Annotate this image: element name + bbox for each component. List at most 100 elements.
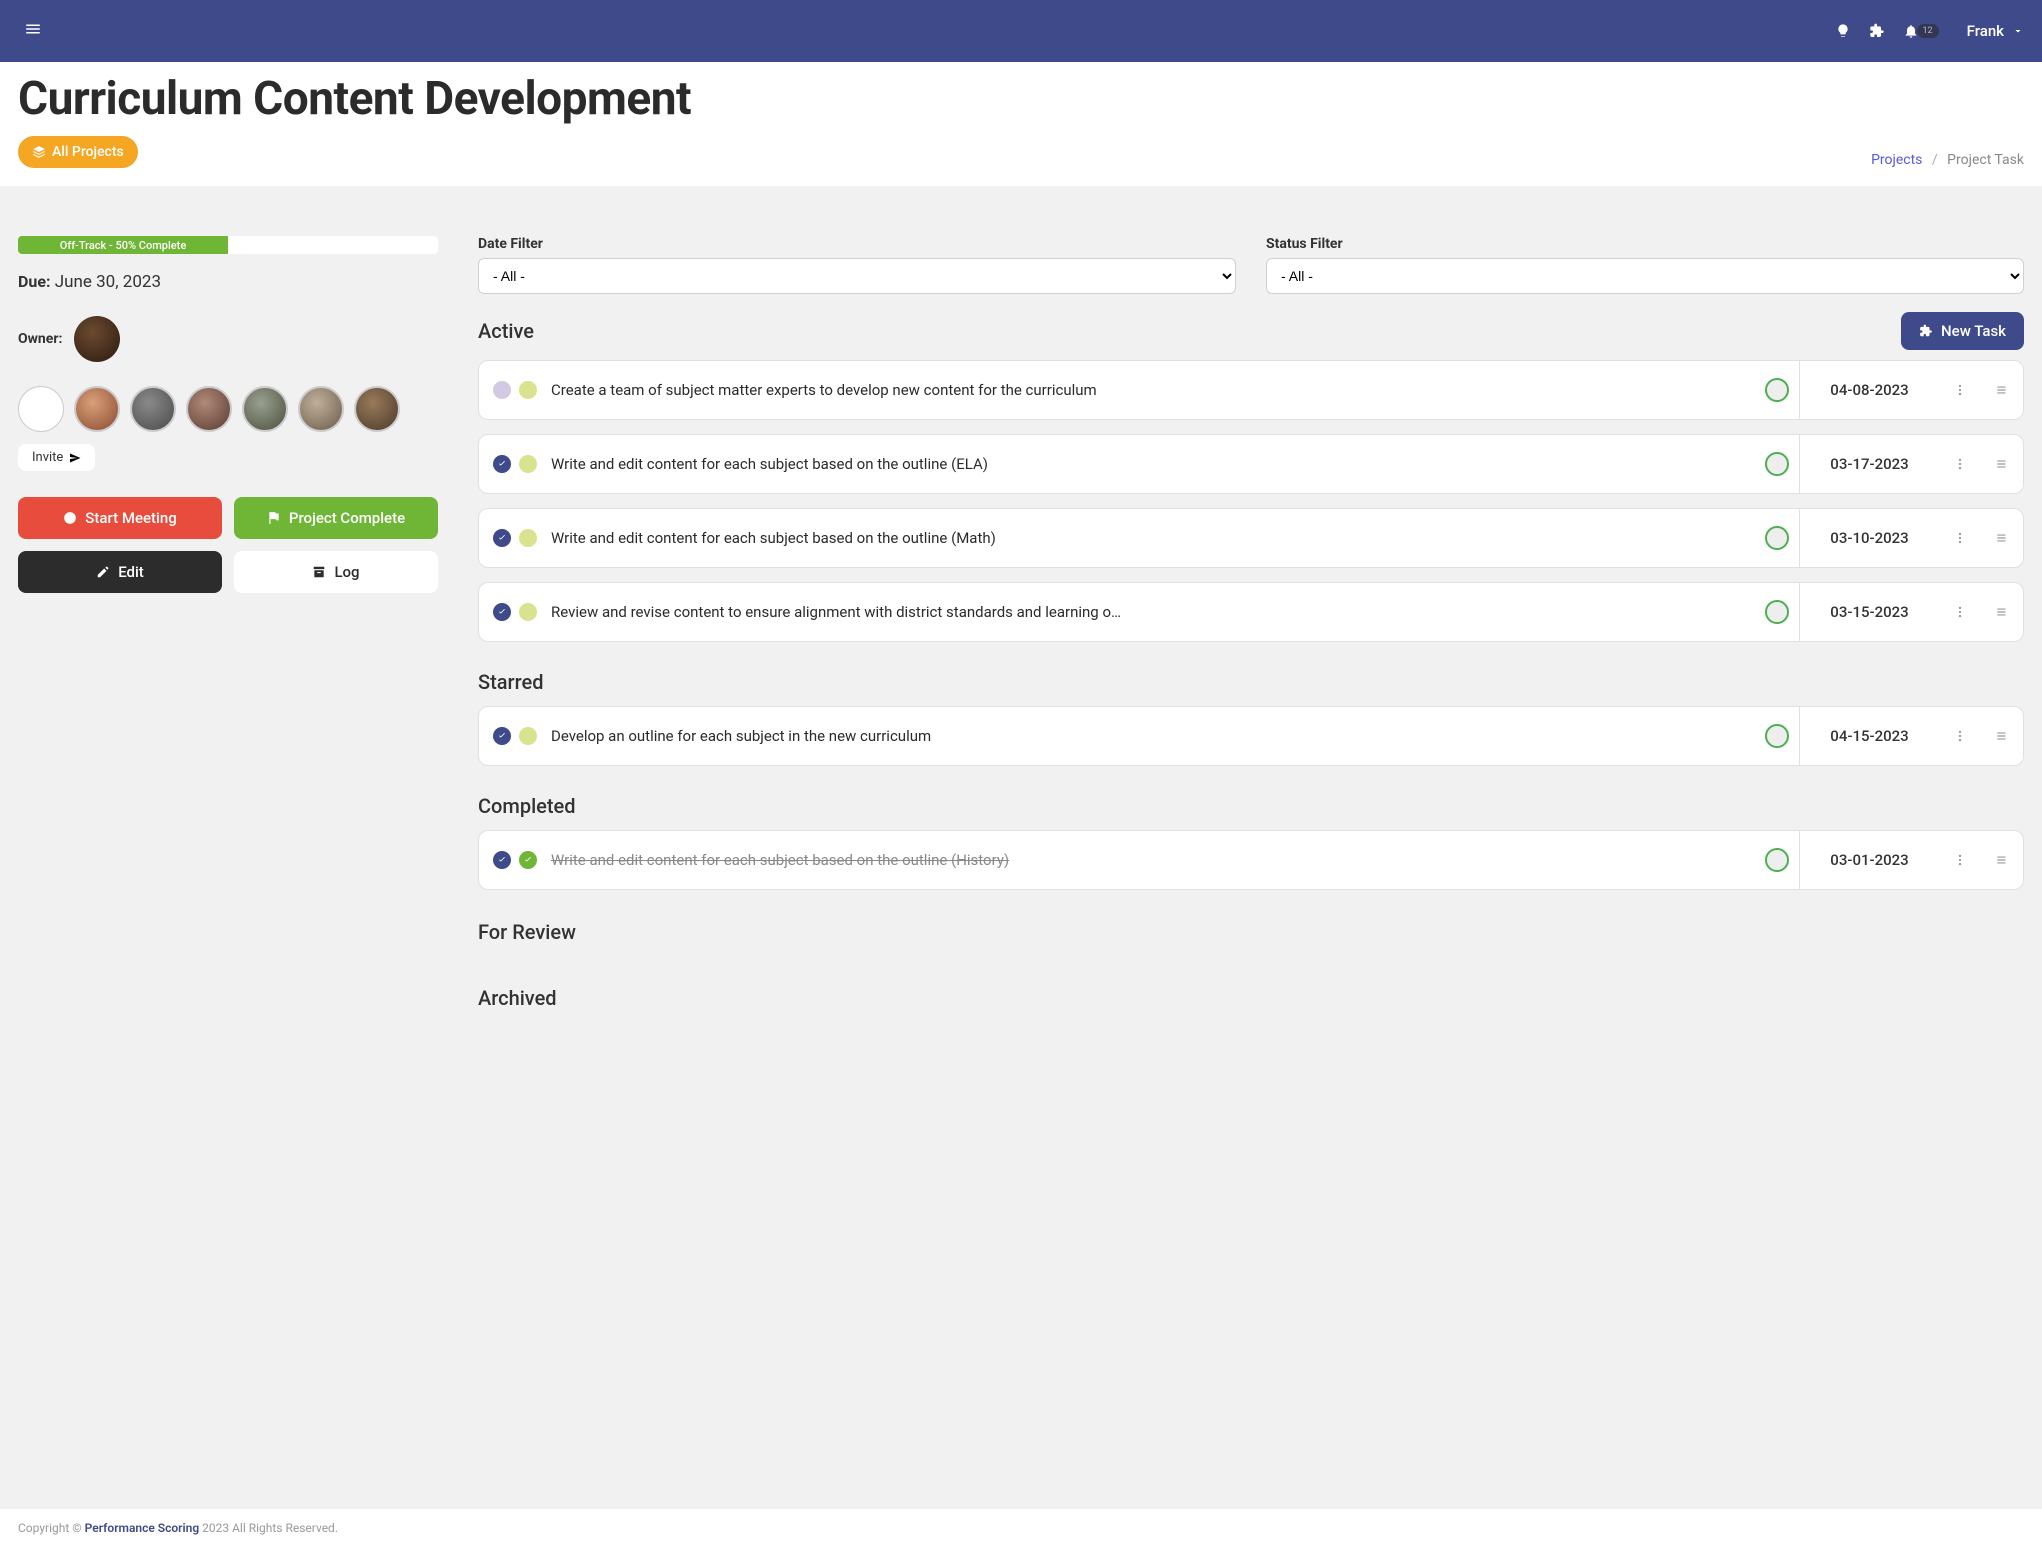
owner-avatar[interactable] [74,316,120,362]
task-more-menu[interactable] [1939,435,1981,493]
page-title: Curriculum Content Development [18,72,1871,126]
task-more-menu[interactable] [1939,707,1981,765]
task-assignee-avatar[interactable] [1755,600,1799,624]
task-date: 03-15-2023 [1799,583,1939,641]
topbar: 12 Frank [0,0,2042,62]
status-started-icon[interactable] [493,455,511,473]
progress-label: Off-Track - 50% Complete [60,239,187,252]
pencil-icon [96,565,110,579]
task-more-menu[interactable] [1939,831,1981,889]
task-subtasks-icon[interactable] [1981,831,2023,889]
section-active-heading: Active [478,319,534,343]
task-more-menu[interactable] [1939,509,1981,567]
task-title: Write and edit content for each subject … [551,455,1755,473]
task-subtasks-icon[interactable] [1981,707,2023,765]
task-row[interactable]: Write and edit content for each subject … [478,830,2024,890]
task-date: 04-15-2023 [1799,707,1939,765]
all-projects-label: All Projects [52,144,124,160]
task-date: 03-01-2023 [1799,831,1939,889]
breadcrumb-current: Project Task [1947,152,2024,168]
breadcrumb-separator: / [1932,152,1938,168]
task-row[interactable]: Write and edit content for each subject … [478,508,2024,568]
date-filter-select[interactable]: - All - [478,258,1236,294]
task-subtasks-icon[interactable] [1981,435,2023,493]
task-title: Write and edit content for each subject … [551,851,1755,869]
task-status-dots [479,727,551,745]
start-meeting-button[interactable]: Start Meeting [18,497,222,539]
status-started-icon[interactable] [493,851,511,869]
all-projects-button[interactable]: All Projects [18,136,138,168]
invite-button[interactable]: Invite [18,444,95,471]
puzzle-icon[interactable] [1869,23,1885,39]
section-archived-heading: Archived [478,986,2024,1010]
due-label: Due: [18,272,51,291]
lightbulb-icon[interactable] [1835,23,1851,39]
status-pending-icon[interactable] [519,603,537,621]
archive-icon [312,565,326,579]
task-assignee-avatar[interactable] [1755,526,1799,550]
chevron-down-icon [2012,25,2024,37]
new-task-button[interactable]: New Task [1901,312,2024,350]
page-header: Curriculum Content Development All Proje… [0,62,2042,186]
due-value: June 30, 2023 [55,272,161,292]
status-not-started-icon[interactable] [493,381,511,399]
invite-label: Invite [32,450,63,465]
task-assignee-avatar[interactable] [1755,848,1799,872]
status-started-icon[interactable] [493,529,511,547]
puzzle-plus-icon [1919,324,1933,338]
due-line: Due: June 30, 2023 [18,272,438,292]
task-more-menu[interactable] [1939,361,1981,419]
task-title: Write and edit content for each subject … [551,529,1755,547]
team-avatar[interactable] [130,386,176,432]
team-avatar[interactable] [186,386,232,432]
bell-icon[interactable]: 12 [1903,23,1939,39]
task-assignee-avatar[interactable] [1755,378,1799,402]
stopwatch-icon [63,511,77,525]
status-pending-icon[interactable] [519,529,537,547]
layers-icon [32,145,46,159]
task-more-menu[interactable] [1939,583,1981,641]
status-started-icon[interactable] [493,603,511,621]
team-avatar[interactable] [242,386,288,432]
task-row[interactable]: Develop an outline for each subject in t… [478,706,2024,766]
task-status-dots [479,603,551,621]
send-icon [69,452,81,464]
status-pending-icon[interactable] [519,455,537,473]
footer-suffix: 2023 All Rights Reserved. [202,1521,338,1535]
breadcrumb: Projects / Project Task [1871,152,2024,168]
hamburger-menu-icon[interactable] [18,14,48,48]
task-row[interactable]: Create a team of subject matter experts … [478,360,2024,420]
owner-label: Owner: [18,331,62,347]
team-avatar[interactable] [354,386,400,432]
task-assignee-avatar[interactable] [1755,452,1799,476]
status-pending-icon[interactable] [519,727,537,745]
status-filter-select[interactable]: - All - [1266,258,2024,294]
notification-badge: 12 [1917,24,1939,38]
footer-prefix: Copyright © [18,1521,82,1535]
status-pending-icon[interactable] [519,381,537,399]
project-complete-button[interactable]: Project Complete [234,497,438,539]
log-button[interactable]: Log [234,551,438,593]
user-menu[interactable]: Frank [1967,22,2024,40]
breadcrumb-projects-link[interactable]: Projects [1871,152,1922,168]
task-assignee-avatar[interactable] [1755,724,1799,748]
status-started-icon[interactable] [493,727,511,745]
date-filter-label: Date Filter [478,236,1236,252]
task-subtasks-icon[interactable] [1981,361,2023,419]
project-complete-label: Project Complete [289,509,405,527]
user-name: Frank [1967,22,2004,40]
team-avatar[interactable] [18,386,64,432]
task-subtasks-icon[interactable] [1981,583,2023,641]
task-title: Review and revise content to ensure alig… [551,603,1755,621]
new-task-label: New Task [1941,322,2006,340]
edit-button[interactable]: Edit [18,551,222,593]
team-avatar[interactable] [74,386,120,432]
task-row[interactable]: Write and edit content for each subject … [478,434,2024,494]
team-avatar[interactable] [298,386,344,432]
task-subtasks-icon[interactable] [1981,509,2023,567]
edit-label: Edit [118,563,144,581]
task-row[interactable]: Review and revise content to ensure alig… [478,582,2024,642]
start-meeting-label: Start Meeting [85,509,176,527]
status-done-icon[interactable] [519,851,537,869]
status-filter-label: Status Filter [1266,236,2024,252]
